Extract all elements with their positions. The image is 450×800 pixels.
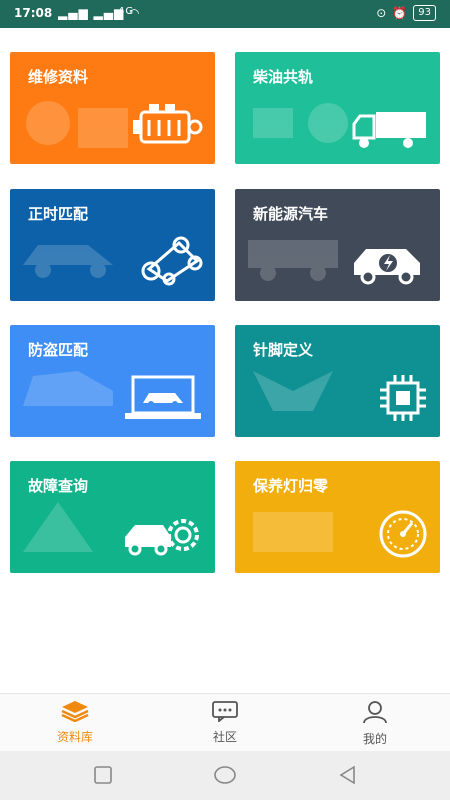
tile-label: 故障查询 — [28, 477, 89, 495]
tile-label: 新能源汽车 — [253, 205, 329, 223]
tile-fault-query[interactable]: 故障查询 — [10, 461, 215, 573]
person-icon — [363, 701, 387, 724]
toolbox-bg-icon — [253, 512, 333, 552]
car-bg-icon — [23, 245, 113, 278]
nav-item-mine[interactable]: 我的 — [330, 700, 420, 747]
layers-icon — [61, 701, 89, 723]
tile-anti-theft[interactable]: 防盗匹配 — [10, 325, 215, 437]
tile-diesel-rail[interactable]: 柴油共轨 — [235, 52, 440, 164]
recent-apps-icon[interactable] — [93, 765, 113, 785]
status-time: 17:08 — [14, 6, 53, 20]
tile-repair-data[interactable]: 维修资料 — [10, 52, 215, 164]
lock-icon: ⊙ — [376, 6, 387, 20]
battery-icon: 93 — [413, 5, 436, 21]
tile-maintenance-reset[interactable]: 保养灯归零 — [235, 461, 440, 573]
nav-label: 社区 — [212, 730, 237, 744]
timing-belt-icon — [141, 236, 203, 286]
system-nav-bar — [0, 751, 450, 800]
car-search-icon — [125, 519, 199, 556]
car-door-bg-icon — [23, 371, 113, 406]
tile-label: 防盗匹配 — [28, 341, 89, 359]
nav-item-library[interactable]: 资料库 — [30, 700, 120, 745]
laptop-car-icon — [125, 375, 201, 419]
chip-icon — [380, 375, 426, 421]
back-icon[interactable] — [338, 765, 358, 785]
tile-pin-definition[interactable]: 针脚定义 — [235, 325, 440, 437]
bottom-nav: 资料库 社区 我的 — [0, 693, 450, 752]
suv-bg-icon — [248, 240, 338, 281]
parts-bg-icon — [253, 103, 348, 143]
home-icon[interactable] — [213, 765, 237, 785]
tile-label: 柴油共轨 — [253, 68, 314, 86]
chat-icon — [212, 701, 238, 723]
warning-bg-icon — [23, 502, 93, 552]
nav-item-community[interactable]: 社区 — [180, 700, 270, 745]
tile-timing-match[interactable]: 正时匹配 — [10, 189, 215, 301]
tools-bg-icon — [26, 101, 128, 148]
alarm-icon: ⏰ — [392, 6, 408, 20]
status-icons: ⊙ ⏰ 93 — [376, 5, 436, 21]
tile-label: 正时匹配 — [28, 205, 89, 223]
engine-icon — [133, 104, 203, 144]
nav-label: 资料库 — [56, 730, 93, 744]
electric-car-icon — [354, 249, 420, 285]
network-type: 4G — [118, 6, 135, 17]
nav-label: 我的 — [362, 732, 387, 746]
suspension-bg-icon — [253, 371, 333, 411]
tile-new-energy[interactable]: 新能源汽车 — [235, 189, 440, 301]
status-bar: 17:08 ▂▄▆ ▂▄▆ ◠ 4G ⊙ ⏰ 93 — [0, 0, 450, 28]
tile-label: 维修资料 — [28, 68, 89, 86]
tile-label: 保养灯归零 — [253, 477, 329, 495]
truck-icon — [352, 112, 426, 148]
speedometer-icon — [379, 510, 427, 558]
tile-label: 针脚定义 — [253, 341, 314, 359]
